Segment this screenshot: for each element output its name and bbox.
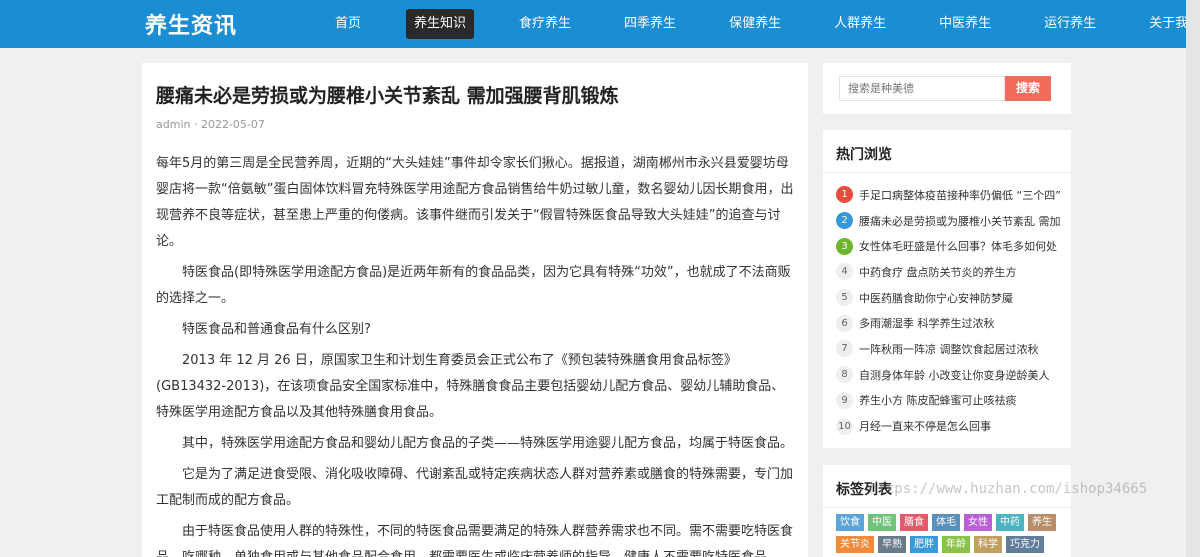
hot-post-title[interactable]: 多雨潮湿季 科学养生过浓秋 bbox=[859, 315, 995, 331]
article-paragraph: 2013 年 12 月 26 日，原国家卫生和计划生育委员会正式公布了《预包装特… bbox=[156, 353, 785, 420]
top-navigation-bar: 养生资讯 首页 养生知识 食疗养生 四季养生 保健养生 人群养生 中医养生 运行养生 关于我们 bbox=[0, 0, 1200, 48]
tag-link[interactable]: 科学 bbox=[974, 536, 1002, 553]
hot-post-title[interactable]: 腰痛未必是劳损或为腰椎小关节紊乱 需加 bbox=[859, 213, 1061, 229]
nav-item[interactable]: 保健养生 bbox=[721, 9, 789, 39]
hot-post-title[interactable]: 手足口病整体疫苗接种率仍偏低 “三个四” bbox=[859, 187, 1061, 203]
article-paragraph: 特医食品和普通食品有什么区别? bbox=[182, 322, 371, 337]
scrollbar-track[interactable] bbox=[1186, 0, 1200, 557]
tag-link[interactable]: 肥胖 bbox=[910, 536, 938, 553]
nav-item[interactable]: 人群养生 bbox=[826, 9, 894, 39]
tag-link[interactable]: 中医 bbox=[868, 514, 896, 531]
hot-post-title[interactable]: 自测身体年龄 小改变让你变身逆龄美人 bbox=[859, 367, 1050, 383]
rank-badge: 4 bbox=[836, 263, 853, 281]
hot-post-title[interactable]: 养生小方 陈皮配蜂蜜可止咳祛痰 bbox=[859, 392, 1017, 408]
site-logo[interactable]: 养生资讯 bbox=[145, 8, 237, 40]
hot-post-title[interactable]: 月经一直来不停是怎么回事 bbox=[859, 418, 991, 434]
search-widget: 搜索 bbox=[823, 63, 1071, 114]
tag-cloud: 饮食 中医 膳食 体毛 女性 中药 养生关节炎 早熟 肥胖 年龄 科学 巧克力 bbox=[836, 514, 1066, 557]
hot-post-item[interactable]: 5 中医药膳食助你宁心安神防梦魇 bbox=[836, 285, 1064, 311]
rank-badge: 10 bbox=[836, 417, 853, 435]
hot-post-title[interactable]: 中医药膳食助你宁心安神防梦魇 bbox=[859, 290, 1013, 306]
hot-posts-title: 热门浏览 bbox=[836, 147, 892, 163]
hot-posts-widget: 热门浏览 1 手足口病整体疫苗接种率仍偏低 “三个四” 2 腰痛未必是劳损或为腰椎小关… bbox=[823, 130, 1071, 448]
tag-link[interactable]: 膳食 bbox=[900, 514, 928, 531]
tag-link[interactable]: 饮食 bbox=[836, 514, 864, 531]
nav-item[interactable]: 运行养生 bbox=[1036, 9, 1104, 39]
hot-posts-list: 1 手足口病整体疫苗接种率仍偏低 “三个四” 2 腰痛未必是劳损或为腰椎小关节紊乱 需… bbox=[836, 182, 1064, 439]
article-paragraph: 特医食品(即特殊医学用途配方食品)是近两年新有的食品品类，因为它具有特殊“功效”… bbox=[156, 265, 791, 306]
main-nav: 首页 养生知识 食疗养生 四季养生 保健养生 人群养生 中医养生 运行养生 关于我们 bbox=[327, 9, 1200, 39]
hot-post-item[interactable]: 4 中药食疗 盘点防关节炎的养生方 bbox=[836, 259, 1064, 285]
rank-badge: 5 bbox=[836, 289, 853, 307]
tag-list-title: 标签列表 bbox=[836, 482, 892, 498]
hot-post-title[interactable]: 女性体毛旺盛是什么回事？体毛多如何处 bbox=[859, 238, 1057, 254]
nav-item[interactable]: 养生知识 bbox=[406, 9, 475, 39]
article-panel: 腰痛未必是劳损或为腰椎小关节紊乱 需加强腰背肌锻炼 admin · 2022-0… bbox=[142, 63, 808, 557]
article-paragraph: 它是为了满足进食受限、消化吸收障碍、代谢紊乱或特定疾病状态人群对营养素或膳食的特… bbox=[156, 467, 794, 508]
widget-divider bbox=[823, 507, 1071, 508]
article-meta: admin · 2022-05-07 bbox=[156, 118, 265, 131]
article-paragraph: 由于特医食品使用人群的特殊性，不同的特医食品需要满足的特殊人群营养需求也不同。需… bbox=[156, 524, 794, 557]
rank-badge: 7 bbox=[836, 340, 853, 358]
hot-post-item[interactable]: 9 养生小方 陈皮配蜂蜜可止咳祛痰 bbox=[836, 388, 1064, 414]
search-button[interactable]: 搜索 bbox=[1005, 76, 1051, 101]
hot-post-item[interactable]: 8 自测身体年龄 小改变让你变身逆龄美人 bbox=[836, 362, 1064, 388]
hot-post-item[interactable]: 1 手足口病整体疫苗接种率仍偏低 “三个四” bbox=[836, 182, 1064, 208]
nav-item[interactable]: 食疗养生 bbox=[511, 9, 579, 39]
hot-post-item[interactable]: 6 多雨潮湿季 科学养生过浓秋 bbox=[836, 310, 1064, 336]
tag-link[interactable]: 养生 bbox=[1028, 514, 1056, 531]
hot-post-title[interactable]: 中药食疗 盘点防关节炎的养生方 bbox=[859, 264, 1017, 280]
tag-link[interactable]: 女性 bbox=[964, 514, 992, 531]
nav-item[interactable]: 首页 bbox=[327, 9, 369, 39]
hot-post-title[interactable]: 一阵秋雨一阵凉 调整饮食起居过浓秋 bbox=[859, 341, 1039, 357]
article-paragraph: 每年5月的第三周是全民营养周，近期的“大头娃娃”事件却令家长们揪心。据报道，湖南… bbox=[156, 156, 794, 249]
tag-link[interactable]: 年龄 bbox=[942, 536, 970, 553]
rank-badge: 8 bbox=[836, 366, 853, 384]
search-input[interactable] bbox=[839, 76, 1005, 101]
rank-badge: 6 bbox=[836, 314, 853, 332]
article-paragraph: 其中，特殊医学用途配方食品和婴幼儿配方食品的子类——特殊医学用途婴儿配方食品，均… bbox=[182, 436, 794, 451]
tag-link[interactable]: 关节炎 bbox=[836, 536, 874, 553]
article-body: 每年5月的第三周是全民营养周，近期的“大头娃娃”事件却令家长们揪心。据报道，湖南… bbox=[156, 151, 796, 557]
hot-post-item[interactable]: 10 月经一直来不停是怎么回事 bbox=[836, 413, 1064, 439]
rank-badge: 2 bbox=[836, 212, 853, 230]
hot-post-item[interactable]: 2 腰痛未必是劳损或为腰椎小关节紊乱 需加 bbox=[836, 208, 1064, 234]
tag-link[interactable]: 体毛 bbox=[932, 514, 960, 531]
tag-list-widget: 标签列表 饮食 中医 膳食 体毛 女性 中药 养生关节炎 早熟 肥胖 年龄 科学 巧克力 bbox=[823, 465, 1071, 557]
hot-post-item[interactable]: 7 一阵秋雨一阵凉 调整饮食起居过浓秋 bbox=[836, 336, 1064, 362]
nav-item[interactable]: 中医养生 bbox=[931, 9, 999, 39]
article-title: 腰痛未必是劳损或为腰椎小关节紊乱 需加强腰背肌锻炼 bbox=[156, 85, 619, 107]
rank-badge: 1 bbox=[836, 186, 853, 204]
rank-badge: 3 bbox=[836, 237, 853, 255]
hot-post-item[interactable]: 3 女性体毛旺盛是什么回事？体毛多如何处 bbox=[836, 233, 1064, 259]
tag-link[interactable]: 早熟 bbox=[878, 536, 906, 553]
tag-link[interactable]: 巧克力 bbox=[1006, 536, 1044, 553]
nav-item[interactable]: 四季养生 bbox=[616, 9, 684, 39]
widget-divider bbox=[823, 172, 1071, 173]
tag-link[interactable]: 中药 bbox=[996, 514, 1024, 531]
rank-badge: 9 bbox=[836, 391, 853, 409]
